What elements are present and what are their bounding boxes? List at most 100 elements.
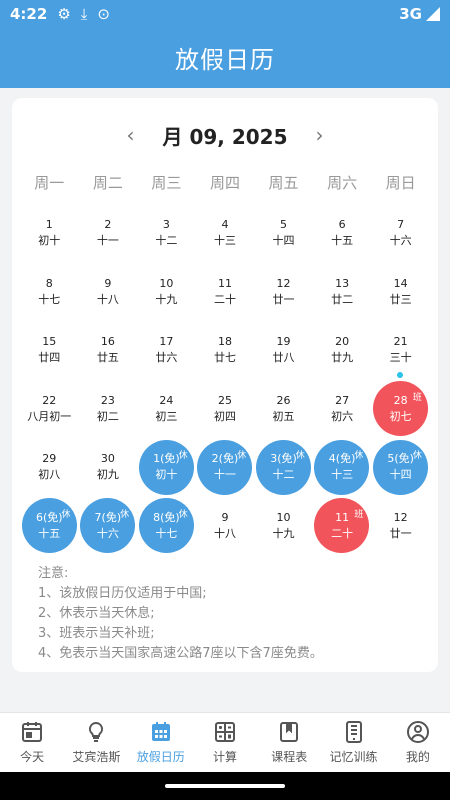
weekday-label: 周日 [385,174,416,192]
lunar-date: 初二 [96,409,119,423]
lunar-date: 初三 [155,409,178,423]
day-cell[interactable]: 11 二十 [196,263,255,322]
day-cell[interactable]: 8 十七 [20,263,79,322]
day-cell[interactable]: 22 八月初一 [20,380,79,439]
day-cell[interactable]: 15 廿四 [20,321,79,380]
day-cell[interactable]: 24 初三 [137,380,196,439]
note-line: 1、该放假日历仅适用于中国; [38,586,207,601]
bookmark-icon [280,722,299,742]
lunar-date: 廿一 [272,292,295,306]
day-cell[interactable]: 30 初九 [79,438,138,497]
day-number: 26 [276,393,291,407]
day-badge: 休 [354,451,364,461]
weekday-label: 周四 [209,174,240,192]
tab-label: 记忆训练 [329,750,378,764]
lunar-date: 十九 [155,292,178,306]
today-marker-dot [397,371,404,378]
day-cell[interactable]: 10 十九 [137,263,196,322]
lunar-date: 初九 [96,468,119,482]
home-gesture-pill[interactable] [165,784,285,788]
day-cell[interactable]: 21 三十 [371,321,430,380]
holiday-day-cell[interactable]: 2(免) 十一休 [196,438,255,497]
note-line: 2、休表示当天休息; [38,606,155,621]
day-badge: 休 [178,509,188,520]
lunar-date: 二十 [331,526,354,540]
day-cell[interactable]: 7 十六 [371,204,430,263]
holiday-day-cell[interactable]: 1(免) 初十休 [137,438,196,497]
lunar-date: 廿七 [213,351,236,365]
prev-month-chevron-left-icon[interactable]: ‹ [110,123,150,147]
day-badge: 休 [120,509,130,520]
tab-schedule[interactable]: 课程表 [257,713,321,772]
day-cell[interactable]: 13 廿二 [313,263,372,322]
day-number: 6(免) [35,510,63,524]
holiday-day-cell[interactable]: 4(免) 十三休 [313,438,372,497]
lunar-date: 十五 [331,234,354,248]
weekday-label: 周二 [92,174,123,192]
day-cell[interactable]: 14 廿三 [371,263,430,322]
day-cell[interactable]: 9 十八 [79,263,138,322]
month-label: 月 09, 2025 [162,124,288,149]
day-cell[interactable]: 2 十一 [79,204,138,263]
day-cell[interactable]: 29 初八 [20,438,79,497]
settings-gear-icon: ⚙ [57,5,71,23]
user-icon [406,721,429,743]
day-number: 19 [276,335,291,349]
tab-label: 放假日历 [136,750,185,764]
day-cell[interactable]: 4 十三 [196,204,255,263]
lunar-date: 十八 [96,292,119,306]
holiday-day-cell[interactable]: 5(免) 十四休 [371,438,430,497]
day-badge: 休 [295,451,305,461]
day-number: 3(免) [270,452,297,466]
holiday-day-cell[interactable]: 3(免) 十二休 [254,438,313,497]
tab-memory-training[interactable]: 记忆训练 [321,713,385,772]
day-cell[interactable]: 23 初二 [79,380,138,439]
workday-day-cell[interactable]: 28 初七班 [371,380,430,439]
day-badge: 休 [412,451,422,461]
day-cell[interactable]: 5 十四 [254,204,313,263]
day-cell[interactable]: 26 初五 [254,380,313,439]
day-cell[interactable]: 16 廿五 [79,321,138,380]
lunar-date: 十六 [96,526,119,540]
tab-calculate[interactable]: 计算 [193,713,257,772]
next-month-chevron-right-icon[interactable]: › [300,123,340,147]
day-number: 13 [335,276,350,290]
bottom-tab-bar: 今天 艾宾浩斯 放假日历 计算 课程表 记忆训练 我的 [0,712,450,772]
tab-today[interactable]: 今天 [0,713,64,772]
lightbulb-icon [89,721,104,742]
tab-label: 我的 [405,750,430,764]
day-number: 28 [393,393,408,407]
day-cell[interactable]: 12 廿一 [371,497,430,556]
day-cell[interactable]: 20 廿九 [313,321,372,380]
system-nav-bar [0,772,450,800]
holiday-day-cell[interactable]: 8(免) 十七休 [137,497,196,556]
day-number: 14 [393,276,408,290]
day-cell[interactable]: 17 廿六 [137,321,196,380]
tab-mine[interactable]: 我的 [386,713,450,772]
day-cell[interactable]: 25 初四 [196,380,255,439]
day-badge: 班 [412,392,422,403]
day-cell[interactable]: 9 十八 [196,497,255,556]
weekday-header: 周一 周二 周三 周四 周五 周六 周日 [20,172,430,193]
holiday-day-cell[interactable]: 7(免) 十六休 [79,497,138,556]
day-number: 2 [104,218,112,232]
lunar-date: 十八 [213,526,236,540]
day-cell[interactable]: 6 十五 [313,204,372,263]
tab-holiday-calendar[interactable]: 放假日历 [129,713,193,772]
day-cell[interactable]: 3 十二 [137,204,196,263]
workday-day-cell[interactable]: 11 二十班 [313,497,372,556]
day-cell[interactable]: 19 廿八 [254,321,313,380]
calculator-icon [214,722,235,742]
day-number: 1 [45,218,53,232]
day-cell[interactable]: 10 十九 [254,497,313,556]
sync-icon: ⊙ [97,5,110,23]
day-cell[interactable]: 27 初六 [313,380,372,439]
tab-ebbinghaus[interactable]: 艾宾浩斯 [64,713,128,772]
day-cell[interactable]: 18 廿七 [196,321,255,380]
month-navigator: ‹ 月 09, 2025 › [0,122,450,149]
day-number: 8(免) [153,510,180,524]
day-cell[interactable]: 12 廿一 [254,263,313,322]
day-cell[interactable]: 1 初十 [20,204,79,263]
day-number: 9 [221,510,229,524]
holiday-day-cell[interactable]: 6(免) 十五休 [20,497,79,556]
